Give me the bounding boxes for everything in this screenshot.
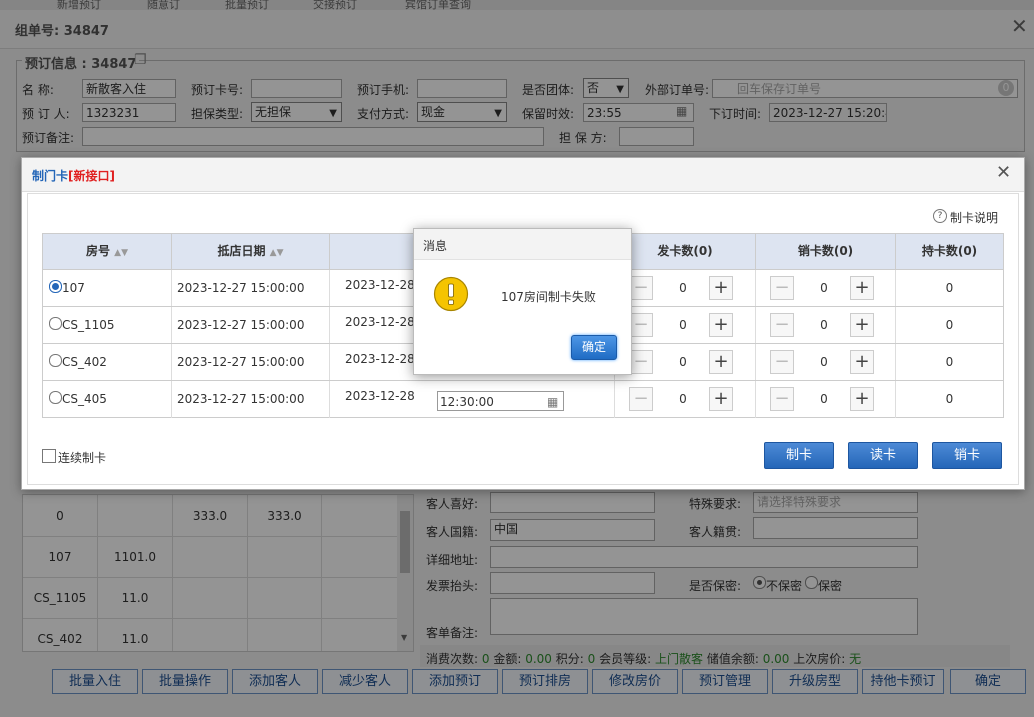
- issued-value: 0: [679, 281, 687, 295]
- room-radio[interactable]: [49, 391, 62, 404]
- cancelled-stepper[interactable]: − 0 +: [770, 387, 875, 411]
- departure-date: 2023-12-28: [345, 389, 415, 403]
- message-text: 107房间制卡失败: [501, 290, 596, 304]
- departure-time-value: 12:30:00: [440, 395, 494, 409]
- plus-icon[interactable]: +: [709, 313, 733, 337]
- plus-icon[interactable]: +: [709, 387, 733, 411]
- continuous-label: 连续制卡: [58, 451, 107, 465]
- departure-time-field[interactable]: 12:30:00 ▦: [437, 391, 564, 411]
- room-radio[interactable]: [49, 317, 62, 330]
- room-number: CS_1105: [62, 318, 115, 332]
- message-header: 消息: [414, 229, 631, 260]
- cancelled-cell: − 0 +: [756, 381, 896, 418]
- cancelled-value: 0: [820, 355, 828, 369]
- minus-icon[interactable]: −: [629, 276, 653, 300]
- issued-cell: − 0 +: [615, 381, 756, 418]
- col-header-cancelled: 销卡数(0): [756, 234, 896, 269]
- minus-icon[interactable]: −: [770, 313, 794, 337]
- cancelled-stepper[interactable]: − 0 +: [770, 276, 875, 300]
- card-help-link[interactable]: 制卡说明: [950, 209, 998, 226]
- cancelled-value: 0: [820, 281, 828, 295]
- plus-icon[interactable]: +: [850, 313, 874, 337]
- minus-icon[interactable]: −: [629, 387, 653, 411]
- card-dialog-title: 制门卡[新接口]: [32, 167, 115, 184]
- sort-icon[interactable]: ▲▼: [114, 248, 128, 258]
- holding-cell: 0: [945, 318, 954, 332]
- card-dialog-title-suffix: [新接口]: [68, 169, 115, 183]
- room-number: 107: [62, 281, 85, 295]
- plus-icon[interactable]: +: [850, 276, 874, 300]
- arrival-cell: 2023-12-27 15:00:00: [172, 270, 330, 307]
- read-card-button[interactable]: 读卡: [848, 442, 918, 469]
- continuous-checkbox[interactable]: [42, 449, 56, 463]
- make-card-button[interactable]: 制卡: [764, 442, 834, 469]
- message-ok-button[interactable]: 确定: [571, 335, 617, 360]
- room-radio[interactable]: [49, 354, 62, 367]
- warning-icon: [433, 276, 469, 312]
- minus-icon[interactable]: −: [770, 350, 794, 374]
- cancelled-cell: − 0 +: [756, 270, 896, 307]
- message-title: 消息: [423, 239, 448, 253]
- col-header-arrival[interactable]: 抵店日期 ▲▼: [172, 234, 330, 269]
- issued-stepper[interactable]: − 0 +: [629, 350, 734, 374]
- cancelled-stepper[interactable]: − 0 +: [770, 313, 875, 337]
- room-number: CS_405: [62, 392, 107, 406]
- room-cell[interactable]: CS_1105: [43, 307, 172, 344]
- room-cell[interactable]: CS_402: [43, 344, 172, 381]
- departure-cell: 2023-12-28 12:30:00 ▦: [330, 381, 615, 418]
- holding-cell: 0: [945, 392, 954, 406]
- col-arrival-label: 抵店日期: [217, 244, 266, 258]
- cancel-card-button[interactable]: 销卡: [932, 442, 1002, 469]
- sort-icon[interactable]: ▲▼: [270, 248, 284, 258]
- calendar-icon[interactable]: ▦: [547, 392, 558, 412]
- col-room-label: 房号: [85, 244, 110, 258]
- plus-icon[interactable]: +: [709, 276, 733, 300]
- minus-icon[interactable]: −: [770, 276, 794, 300]
- issued-stepper[interactable]: − 0 +: [629, 387, 734, 411]
- room-cell[interactable]: 107: [43, 270, 172, 307]
- message-dialog: 消息 107房间制卡失败 确定: [413, 228, 632, 375]
- issued-cell: − 0 +: [615, 307, 756, 344]
- issued-value: 0: [679, 355, 687, 369]
- arrival-cell: 2023-12-27 15:00:00: [172, 344, 330, 381]
- arrival-cell: 2023-12-27 15:00:00: [172, 381, 330, 418]
- col-header-room[interactable]: 房号 ▲▼: [43, 234, 172, 269]
- room-radio-selected[interactable]: [49, 280, 62, 293]
- cancelled-value: 0: [820, 392, 828, 406]
- col-header-issued: 发卡数(0): [615, 234, 756, 269]
- cancelled-cell: − 0 +: [756, 344, 896, 381]
- issued-stepper[interactable]: − 0 +: [629, 276, 734, 300]
- issued-value: 0: [679, 318, 687, 332]
- arrival-cell: 2023-12-27 15:00:00: [172, 307, 330, 344]
- issued-stepper[interactable]: − 0 +: [629, 313, 734, 337]
- room-number: CS_402: [62, 355, 107, 369]
- minus-icon[interactable]: −: [629, 313, 653, 337]
- issued-cell: − 0 +: [615, 270, 756, 307]
- card-dialog-title-prefix: 制门卡: [32, 169, 69, 183]
- table-row[interactable]: CS_405 2023-12-27 15:00:00 2023-12-28 12…: [43, 380, 1003, 418]
- holding-cell: 0: [945, 355, 954, 369]
- cancelled-cell: − 0 +: [756, 307, 896, 344]
- help-icon[interactable]: ?: [933, 209, 947, 223]
- minus-icon[interactable]: −: [629, 350, 653, 374]
- holding-cell: 0: [945, 281, 954, 295]
- room-cell[interactable]: CS_405: [43, 381, 172, 418]
- issued-value: 0: [679, 392, 687, 406]
- issued-cell: − 0 +: [615, 344, 756, 381]
- plus-icon[interactable]: +: [850, 387, 874, 411]
- minus-icon[interactable]: −: [770, 387, 794, 411]
- cancelled-value: 0: [820, 318, 828, 332]
- plus-icon[interactable]: +: [709, 350, 733, 374]
- plus-icon[interactable]: +: [850, 350, 874, 374]
- card-dialog-close-icon[interactable]: ✕: [996, 162, 1011, 183]
- col-header-holding: 持卡数(0): [896, 234, 1003, 269]
- card-dialog-header: 制门卡[新接口] ✕: [22, 158, 1024, 192]
- cancelled-stepper[interactable]: − 0 +: [770, 350, 875, 374]
